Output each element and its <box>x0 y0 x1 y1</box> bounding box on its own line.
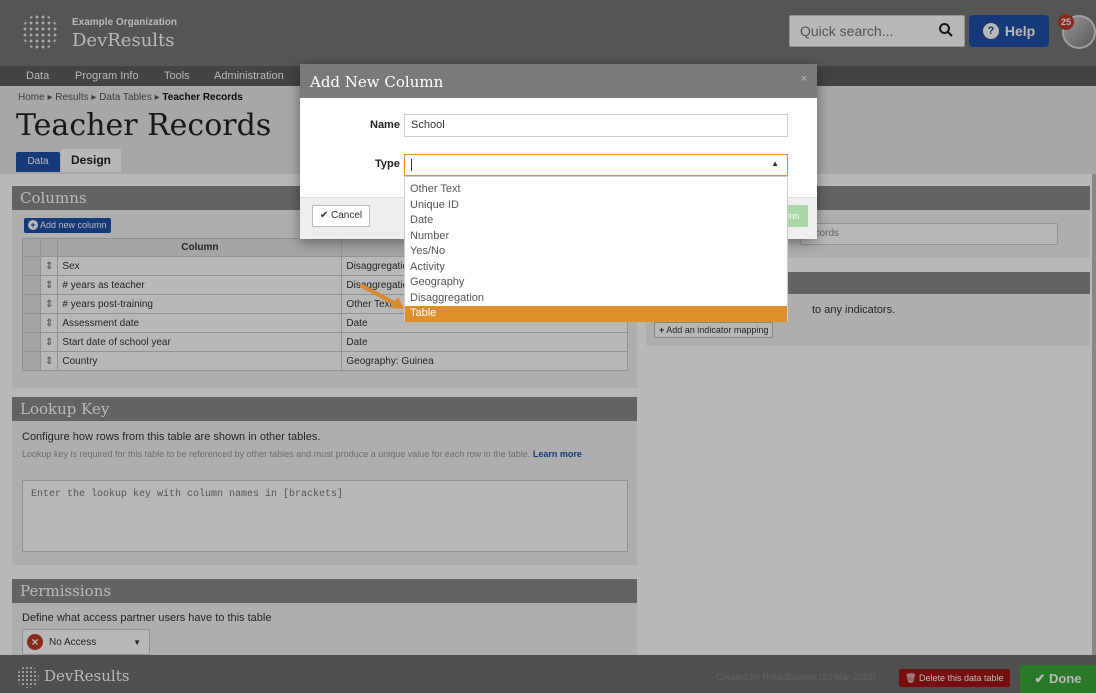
option-date[interactable]: Date <box>405 213 787 229</box>
type-label: Type <box>375 158 400 170</box>
option-geography[interactable]: Geography <box>405 275 787 291</box>
cancel-button[interactable]: ✔ Cancel <box>312 205 370 227</box>
option-activity[interactable]: Activity <box>405 260 787 276</box>
option-table[interactable]: Table <box>405 306 787 322</box>
modal-title: Add New Column <box>310 73 444 91</box>
option-number[interactable]: Number <box>405 229 787 245</box>
option-unique-id[interactable]: Unique ID <box>405 198 787 214</box>
column-type-select[interactable]: ▲ <box>404 154 788 176</box>
column-name-input[interactable]: School <box>404 114 788 137</box>
option-yes-no[interactable]: Yes/No <box>405 244 787 260</box>
pointer-arrow-icon <box>360 284 404 309</box>
name-label: Name <box>370 119 400 131</box>
option-disaggregation[interactable]: Disaggregation <box>405 291 787 307</box>
column-type-dropdown[interactable]: Other Text Unique ID Date Number Yes/No … <box>404 176 788 322</box>
check-icon: ✔ <box>319 210 329 221</box>
chevron-up-icon: ▲ <box>771 159 779 168</box>
close-icon[interactable]: × <box>801 73 807 85</box>
option-other-text[interactable]: Other Text <box>405 182 787 198</box>
modal-header: Add New Column × <box>300 64 817 98</box>
text-caret <box>411 159 412 171</box>
